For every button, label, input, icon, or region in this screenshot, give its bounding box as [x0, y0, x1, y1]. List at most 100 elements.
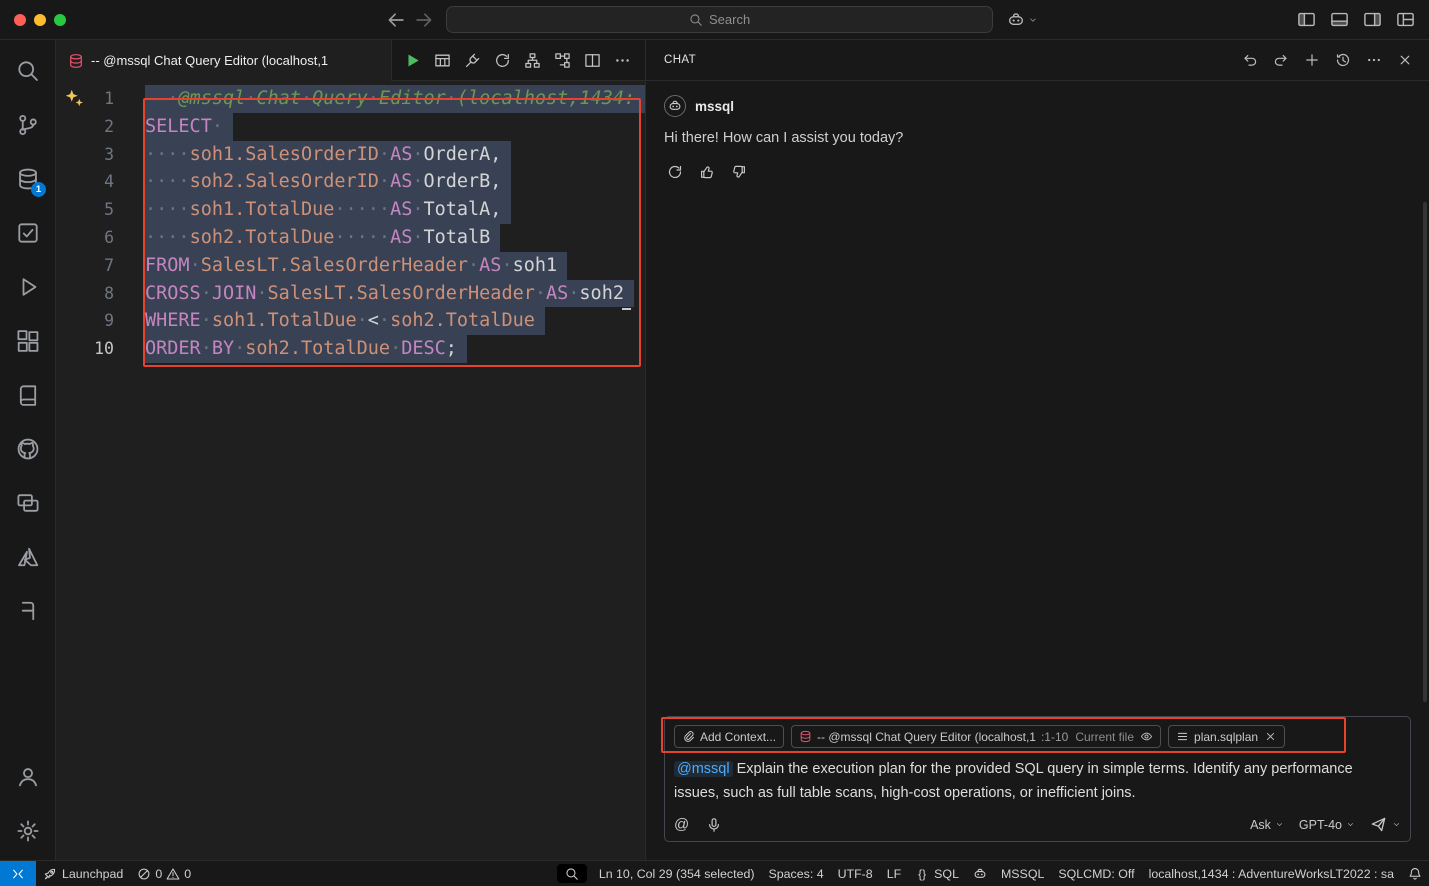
status-encoding[interactable]: UTF-8	[831, 861, 880, 886]
history-button[interactable]	[1333, 50, 1353, 70]
activity-azure-item[interactable]	[0, 530, 55, 584]
status-sqlcmd[interactable]: SQLCMD: Off	[1051, 861, 1141, 886]
braces-icon: {}	[915, 867, 929, 881]
status-cursor-position[interactable]: Ln 10, Col 29 (354 selected)	[592, 861, 762, 886]
line-number: 7	[56, 252, 114, 280]
status-zoom-indicator[interactable]	[557, 864, 587, 883]
toggle-panel-button[interactable]	[1330, 10, 1349, 29]
search-placeholder: Search	[709, 12, 750, 27]
tab-bar: -- @mssql Chat Query Editor (localhost,1	[56, 40, 645, 81]
mic-icon[interactable]	[706, 817, 722, 833]
status-notifications[interactable]	[1401, 861, 1429, 886]
status-label: Spaces: 4	[768, 867, 823, 881]
activity-search-item[interactable]	[0, 44, 55, 98]
status-problems[interactable]: 00	[130, 861, 198, 886]
status-eol[interactable]: LF	[880, 861, 908, 886]
command-center-search[interactable]: Search	[446, 6, 993, 33]
more-actions-button[interactable]	[1364, 50, 1384, 70]
activity-connections-item[interactable]: 1	[0, 152, 55, 206]
database-icon	[68, 53, 84, 69]
schema-icon	[524, 52, 541, 69]
navigate-back-button[interactable]	[385, 9, 407, 31]
code-line-10: 10ORDER·BY·soh2.TotalDue·DESC;	[56, 335, 645, 363]
activity-query-history-item[interactable]	[0, 206, 55, 260]
window-zoom-button[interactable]	[54, 14, 66, 26]
bell-icon	[1408, 867, 1422, 881]
close-panel-button[interactable]	[1395, 50, 1415, 70]
activity-accounts-item[interactable]	[0, 750, 55, 804]
estimated-plan-button[interactable]	[549, 47, 576, 74]
more-actions-button[interactable]	[609, 47, 636, 74]
context-chip-current-file[interactable]: -- @mssql Chat Query Editor (localhost,1…	[791, 725, 1161, 748]
message-actions	[664, 161, 1411, 182]
new-chat-button[interactable]	[1302, 50, 1322, 70]
activity-github-item[interactable]	[0, 422, 55, 476]
status-copilot-status[interactable]	[966, 861, 994, 886]
regenerate-button[interactable]	[664, 161, 685, 182]
copilot-sparkle-icon[interactable]	[64, 88, 84, 108]
disconnect-button[interactable]	[459, 47, 486, 74]
mode-picker[interactable]: Ask	[1250, 818, 1284, 832]
code-text: WHERE·soh1.TotalDue·<·soh2.TotalDue	[145, 307, 545, 335]
visualize-schema-button[interactable]	[519, 47, 546, 74]
copilot-menu-button[interactable]	[1007, 11, 1038, 29]
status-launchpad[interactable]: Launchpad	[36, 861, 130, 886]
code-line-6: 6····soh2.TotalDue·····AS·TotalB	[56, 224, 645, 252]
helpful-button[interactable]	[696, 161, 717, 182]
code-line-7: 7FROM·SalesLT.SalesOrderHeader·AS·soh1	[56, 252, 645, 280]
code-editor[interactable]: 1--·@mssql·Chat·Query·Editor·(localhost,…	[56, 81, 645, 860]
chip-visibility-button[interactable]	[1139, 730, 1153, 744]
line-number: 8	[56, 280, 114, 308]
status-connection[interactable]: localhost,1434 : AdventureWorksLT2022 : …	[1142, 861, 1401, 886]
list-icon	[1176, 730, 1189, 743]
split-editor-button[interactable]	[579, 47, 606, 74]
context-chip-add-context[interactable]: Add Context...	[674, 725, 784, 748]
status-mssql[interactable]: MSSQL	[994, 861, 1051, 886]
window-close-button[interactable]	[14, 14, 26, 26]
activity-source-control-item[interactable]	[0, 98, 55, 152]
chat-input-text[interactable]: @mssql Explain the execution plan for th…	[674, 758, 1401, 805]
activity-settings-item[interactable]	[0, 804, 55, 858]
chevron-down-icon	[1028, 15, 1038, 25]
selection-highlight: ····soh2.SalesOrderID·AS·OrderB,	[145, 168, 511, 196]
code-line-2: 2SELECT·	[56, 113, 645, 141]
undo-button[interactable]	[1240, 50, 1260, 70]
split-icon	[584, 52, 601, 69]
activity-run-item[interactable]	[0, 260, 55, 314]
chat-scrollbar[interactable]	[1423, 202, 1427, 702]
status-label: UTF-8	[838, 867, 873, 881]
customize-layout-button[interactable]	[1396, 10, 1415, 29]
send-button[interactable]	[1370, 816, 1401, 833]
mention-button[interactable]: @	[674, 816, 689, 833]
chip-remove-button[interactable]	[1263, 730, 1277, 744]
toggle-primary-sidebar-button[interactable]	[1297, 10, 1316, 29]
activity-database-projects-item[interactable]	[0, 584, 55, 638]
toggle-secondary-sidebar-button[interactable]	[1363, 10, 1382, 29]
activity-remote-explorer-item[interactable]	[0, 476, 55, 530]
branch-icon	[16, 113, 40, 137]
chevron-down-icon	[1392, 820, 1401, 829]
open-results-grid-button[interactable]	[429, 47, 456, 74]
status-indentation[interactable]: Spaces: 4	[761, 861, 830, 886]
chat-input-container[interactable]: Add Context... -- @mssql Chat Query Edito…	[664, 716, 1411, 842]
unhelpful-button[interactable]	[728, 161, 749, 182]
editor-tab[interactable]: -- @mssql Chat Query Editor (localhost,1	[56, 40, 392, 81]
status-remote-indicator[interactable]	[0, 861, 36, 886]
selection-highlight: --·@mssql·Chat·Query·Editor·(localhost,1…	[145, 85, 645, 113]
line-number: 5	[56, 196, 114, 224]
mention-chip[interactable]: @mssql	[674, 761, 733, 777]
code-text: --·@mssql·Chat·Query·Editor·(localhost,1…	[145, 85, 645, 113]
search-icon	[16, 59, 40, 83]
model-picker[interactable]: GPT-4o	[1299, 818, 1355, 832]
redo-button[interactable]	[1271, 50, 1291, 70]
activity-badge: 1	[31, 182, 46, 197]
activity-extensions-item[interactable]	[0, 314, 55, 368]
run-query-button[interactable]	[399, 47, 426, 74]
status-language-mode[interactable]: {}SQL	[908, 861, 966, 886]
context-chip-plan-sqlplan[interactable]: plan.sqlplan	[1168, 725, 1285, 748]
github-icon	[16, 437, 40, 461]
window-minimize-button[interactable]	[34, 14, 46, 26]
navigate-forward-button[interactable]	[413, 9, 435, 31]
change-connection-button[interactable]	[489, 47, 516, 74]
activity-notebooks-item[interactable]	[0, 368, 55, 422]
